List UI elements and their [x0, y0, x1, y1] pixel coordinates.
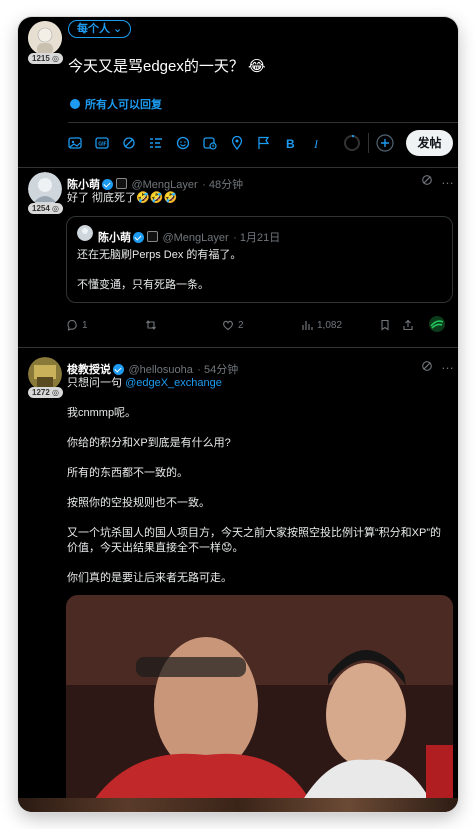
- quote-author-handle: @MengLayer: [162, 232, 229, 244]
- schedule-icon[interactable]: [203, 136, 217, 150]
- affiliate-badge-icon: [147, 231, 158, 242]
- tweet-time[interactable]: 48分钟: [209, 179, 243, 191]
- heart-icon: [223, 320, 233, 331]
- author-name[interactable]: 梭教授说: [67, 364, 111, 376]
- svg-text:I: I: [313, 137, 319, 150]
- retweet-action[interactable]: [145, 319, 161, 331]
- app-window: 1215 ◎ 每个人 ⌄ 今天又是骂edgex的一天？ 😂 所有人可以回复 GI…: [18, 17, 458, 812]
- author-name[interactable]: 陈小萌: [67, 179, 100, 191]
- views-action[interactable]: 1,082: [301, 319, 342, 331]
- tweet-time[interactable]: 54分钟: [204, 364, 238, 376]
- reply-action[interactable]: 1: [66, 319, 88, 331]
- reply-count: 1: [82, 319, 88, 331]
- tweet2-avatar[interactable]: [28, 357, 62, 391]
- tweet1-avatar[interactable]: [28, 172, 62, 206]
- italic-icon[interactable]: I: [311, 136, 325, 151]
- svg-text:B: B: [286, 137, 295, 150]
- svg-text:GIF: GIF: [98, 141, 106, 147]
- bold-icon[interactable]: B: [284, 136, 298, 151]
- author-handle[interactable]: @MengLayer: [131, 179, 197, 191]
- view-count: 1,082: [317, 319, 343, 331]
- char-count-ring: [343, 134, 361, 152]
- composer-avatar[interactable]: [28, 21, 62, 55]
- grok-explain-icon[interactable]: [421, 174, 433, 189]
- paragraph: 你们真的是要让后来者无路可走。: [67, 572, 232, 584]
- tweet1-avatar-badge: 1254 ◎: [28, 203, 63, 214]
- flag-icon[interactable]: [257, 136, 271, 150]
- tweet2-avatar-badge: 1272 ◎: [28, 387, 63, 398]
- quote-line-1: 还在无脑刷Perps Dex 的有福了。: [77, 249, 242, 261]
- tweet-media-image[interactable]: [66, 595, 453, 812]
- more-icon[interactable]: …: [441, 172, 454, 187]
- quote-header: 陈小萌 @MengLayer · 1月21日: [98, 228, 280, 246]
- like-action[interactable]: 2: [222, 319, 244, 331]
- bottom-blur-strip: [18, 798, 458, 812]
- affiliate-badge-icon: [116, 178, 127, 189]
- author-handle[interactable]: @hellosuoha: [128, 364, 192, 376]
- media-photo: [66, 595, 453, 812]
- verified-badge-icon: [133, 232, 144, 243]
- audience-selector[interactable]: 每个人 ⌄: [68, 20, 132, 38]
- post-button[interactable]: 发帖: [406, 130, 453, 156]
- tweet-text: 好了 彻底死了🤣🤣🤣: [67, 192, 178, 204]
- paragraph: 所有的东西都不一致的。: [67, 467, 188, 479]
- grok-explain-icon[interactable]: [421, 359, 433, 377]
- quoted-tweet[interactable]: 陈小萌 @MengLayer · 1月21日 还在无脑刷Perps Dex 的有…: [66, 216, 453, 303]
- reply-setting[interactable]: 所有人可以回复: [70, 96, 162, 112]
- paragraph: 你给的积分和XP到底是有什么用?: [67, 437, 231, 449]
- quote-time: 1月21日: [239, 232, 281, 244]
- emoji-icon[interactable]: [176, 136, 190, 150]
- grok-icon[interactable]: [122, 136, 136, 150]
- add-post-icon[interactable]: [376, 134, 394, 152]
- toolbar-separator: [368, 133, 369, 153]
- dot-separator: ·: [233, 232, 240, 244]
- views-icon: [302, 321, 313, 330]
- composer-divider: [68, 122, 458, 123]
- paragraph: 按照你的空投规则也不一致。: [67, 497, 210, 509]
- bookmark-action[interactable]: [379, 319, 391, 331]
- more-icon[interactable]: …: [441, 357, 454, 372]
- intro-text: 只想问一句: [67, 377, 122, 389]
- paragraph: 又一个坑杀国人的国人项目方，今天之前大家按照空投比例计算“积分和XP”的: [67, 527, 441, 539]
- poll-icon[interactable]: [149, 136, 163, 150]
- retweet-icon: [146, 320, 156, 330]
- mention-link[interactable]: @edgeX_exchange: [125, 377, 222, 389]
- extension-action[interactable]: [428, 315, 446, 333]
- verified-badge-icon: [102, 179, 113, 190]
- dot-separator: ·: [202, 179, 209, 191]
- quote-avatar: [77, 225, 93, 241]
- gif-icon[interactable]: GIF: [95, 136, 109, 150]
- reply-icon: [67, 319, 77, 331]
- quote-author-name: 陈小萌: [98, 232, 131, 244]
- reply-setting-label: 所有人可以回复: [85, 99, 162, 111]
- like-count: 2: [238, 319, 244, 331]
- share-action[interactable]: [402, 319, 414, 331]
- paragraph: 我cnmmp呢。: [67, 407, 137, 419]
- composer-avatar-badge: 1215 ◎: [28, 53, 63, 64]
- location-icon[interactable]: [230, 135, 244, 151]
- compose-text[interactable]: 今天又是骂edgex的一天？ 😂: [68, 55, 266, 76]
- extension-icon: [429, 316, 445, 332]
- tweet-text-intro: 只想问一句 @edgeX_exchange: [67, 376, 222, 391]
- share-icon: [403, 319, 413, 331]
- composer-toolbar: GIF B I: [68, 132, 448, 154]
- quote-line-2: 不懂变通，只有死路一条。: [77, 279, 209, 291]
- paragraph: 价值，今天出结果直接全不一样😟。: [67, 542, 244, 554]
- bookmark-icon: [381, 319, 389, 331]
- globe-icon: [70, 99, 80, 109]
- verified-badge-icon: [113, 364, 124, 375]
- tweet-separator: [18, 347, 458, 348]
- tweet-separator: [18, 167, 458, 168]
- image-icon[interactable]: [68, 136, 82, 150]
